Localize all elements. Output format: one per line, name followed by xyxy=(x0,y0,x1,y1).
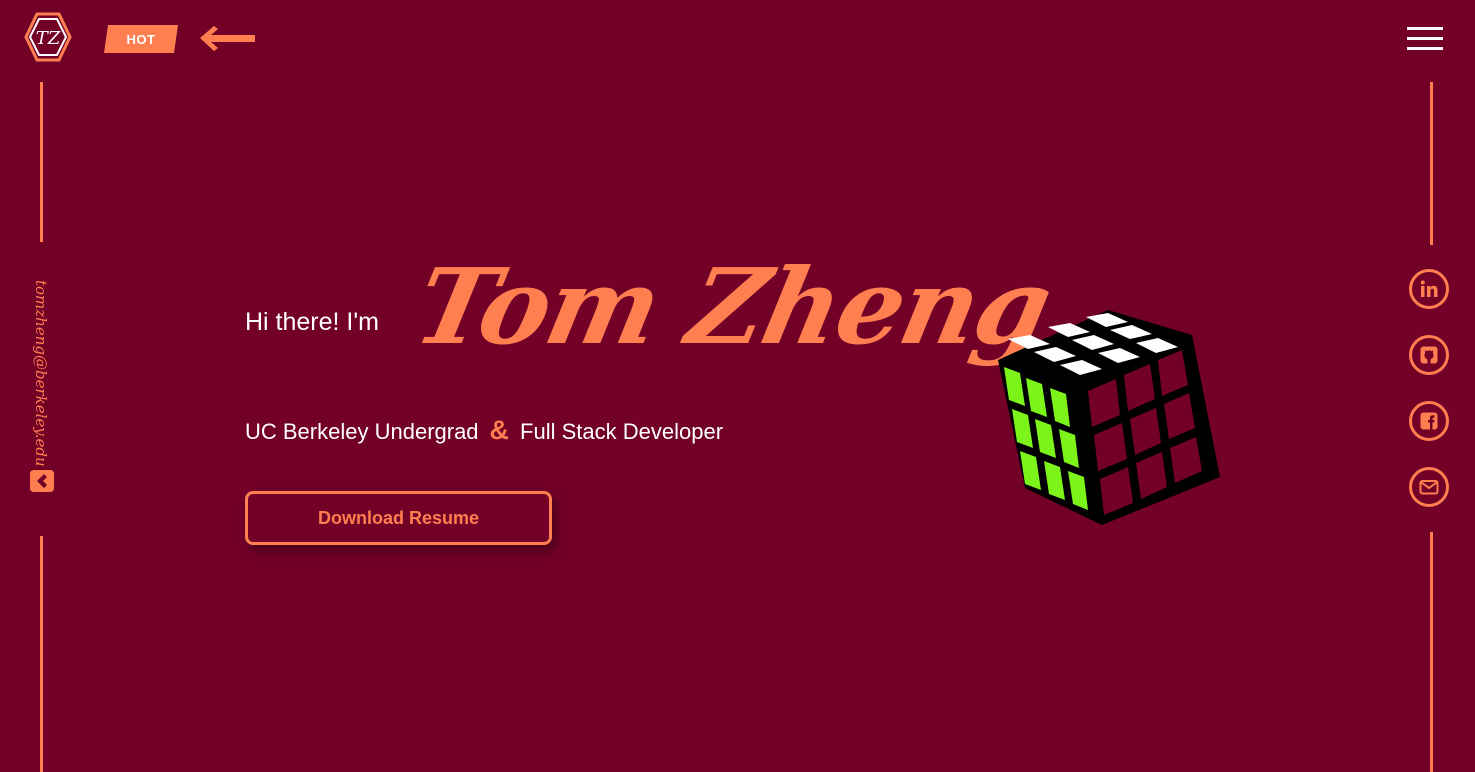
menu-bar xyxy=(1407,37,1443,40)
menu-bar xyxy=(1407,47,1443,50)
role-undergrad: UC Berkeley Undergrad xyxy=(245,418,479,444)
download-resume-button[interactable]: Download Resume xyxy=(245,491,552,545)
facebook-icon xyxy=(1420,412,1438,430)
arrow-left-icon xyxy=(200,24,256,52)
hero-subtitle: UC Berkeley Undergrad & Full Stack Devel… xyxy=(245,415,724,447)
left-top-divider xyxy=(40,82,43,242)
tz-logo-icon[interactable]: TZ xyxy=(22,11,74,63)
menu-bar xyxy=(1407,27,1443,30)
hot-badge[interactable]: HOT xyxy=(104,25,178,53)
svg-text:TZ: TZ xyxy=(36,28,61,49)
facebook-link[interactable] xyxy=(1409,401,1449,441)
page: TZ HOT tomzheng@berkeley.edu Hi there! I… xyxy=(0,0,1475,772)
rubiks-cube-illustration xyxy=(990,305,1230,530)
email-link[interactable]: tomzheng@berkeley.edu xyxy=(26,280,56,467)
ampersand: & xyxy=(489,415,510,445)
right-bottom-divider xyxy=(1430,532,1433,772)
linkedin-icon xyxy=(1420,280,1438,297)
role-developer: Full Stack Developer xyxy=(520,418,724,444)
mail-link[interactable] xyxy=(1409,467,1449,507)
right-top-divider xyxy=(1430,82,1433,245)
github-link[interactable] xyxy=(1409,335,1449,375)
tag-diamond-icon xyxy=(30,470,54,492)
github-icon xyxy=(1420,346,1438,364)
hero-greeting: Hi there! I'm xyxy=(245,308,379,336)
hero-name: Tom Zheng xyxy=(405,245,1061,368)
hamburger-menu-button[interactable] xyxy=(1407,25,1443,53)
email-text: tomzheng@berkeley.edu xyxy=(32,279,50,467)
linkedin-link[interactable] xyxy=(1409,269,1449,309)
mail-icon xyxy=(1419,480,1439,495)
left-bottom-divider xyxy=(40,536,43,772)
